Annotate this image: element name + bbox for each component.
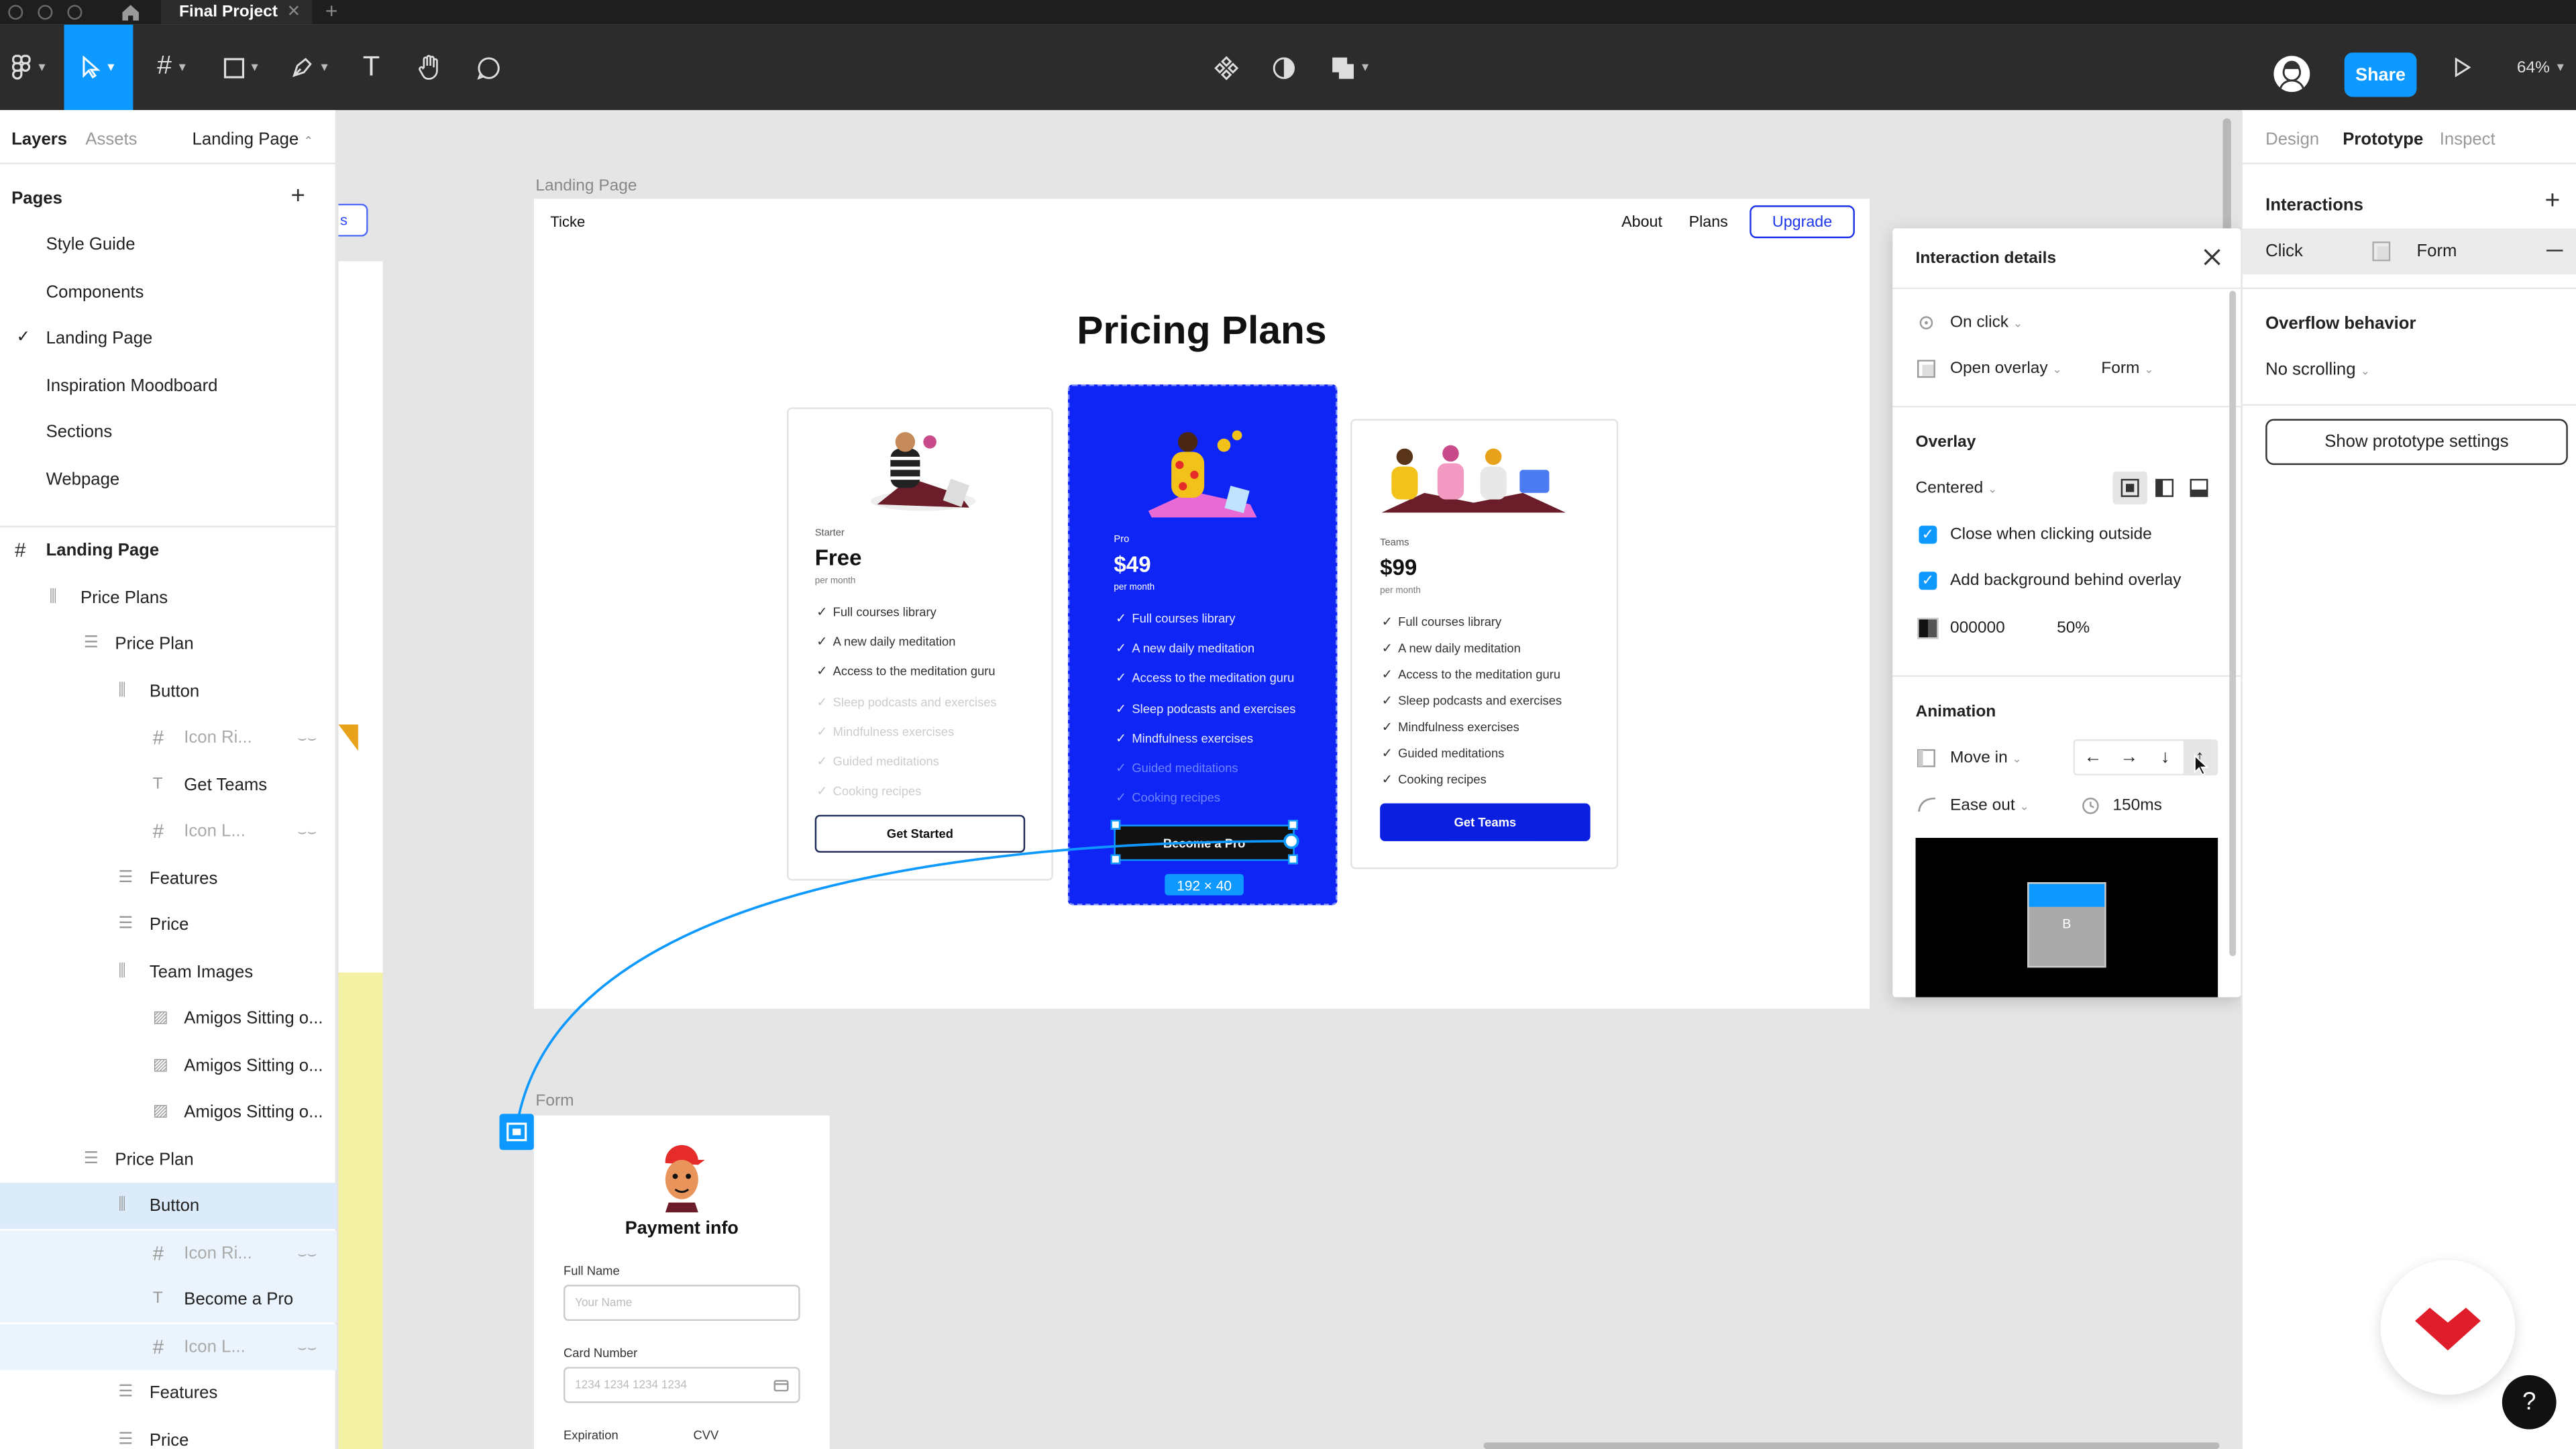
full-name-label: Full Name	[564, 1263, 620, 1279]
trigger-value: On click	[1949, 313, 2009, 332]
chevron-down-icon: ⌄	[1988, 484, 1998, 496]
divider	[2242, 162, 2576, 164]
chevron-down-icon: ⌄	[2019, 802, 2029, 814]
interaction-panel-title: Interaction details	[1915, 250, 2057, 268]
overflow-dropdown[interactable]: No scrolling ⌄	[2265, 360, 2370, 379]
interaction-details-panel: Interaction details On click ⌄ Open over…	[1892, 228, 2241, 998]
cvv-label: CVV	[693, 1428, 719, 1443]
overlay-action-icon	[1917, 360, 1935, 378]
tab-design[interactable]: Design	[2265, 129, 2319, 149]
avatar-illustration	[665, 1144, 705, 1213]
easing-value: Ease out	[1949, 796, 2015, 815]
duration-input[interactable]: 150ms	[2112, 797, 2162, 815]
connection-start-dot[interactable]	[1283, 833, 1299, 849]
background-color-hex[interactable]: 000000	[1950, 619, 2005, 637]
chevron-down-icon: ⌄	[2012, 319, 2023, 331]
position-bottom-option[interactable]	[2182, 472, 2216, 504]
centered-icon	[2121, 478, 2139, 497]
remove-interaction-icon[interactable]	[2546, 250, 2563, 252]
brand-bubble[interactable]	[2380, 1260, 2516, 1395]
check-icon: ✓	[1921, 525, 1935, 543]
add-background-checkbox[interactable]: ✓	[1919, 572, 1937, 590]
properties-panel: Design Prototype Inspect Interactions + …	[2241, 110, 2576, 1449]
overlay-position-dropdown[interactable]: Centered ⌄	[1916, 480, 1998, 498]
overflow-header: Overflow behavior	[2265, 313, 2416, 334]
connection-line[interactable]	[516, 840, 1291, 1123]
help-button[interactable]: ?	[2502, 1375, 2557, 1430]
overlay-target-icon	[506, 1122, 527, 1142]
overlay-position-picker[interactable]	[2112, 471, 2216, 504]
destination-dropdown[interactable]: Form ⌄	[2101, 360, 2153, 378]
destination-value: Form	[2101, 360, 2140, 378]
tab-prototype[interactable]: Prototype	[2343, 129, 2423, 149]
interactions-header: Interactions	[2265, 195, 2363, 215]
full-name-input[interactable]: Your Name	[564, 1285, 800, 1321]
chevron-down-icon: ⌄	[2012, 754, 2022, 766]
position-left-option[interactable]	[2147, 472, 2182, 504]
trigger-dropdown[interactable]: On click ⌄	[1950, 314, 2023, 332]
form-frame[interactable]: Payment info Full Name Your Name Card Nu…	[533, 1115, 830, 1449]
direction-right-arrow-icon[interactable]: →	[2111, 741, 2147, 773]
chevron-down-icon: ⌄	[2360, 366, 2371, 378]
mouse-cursor-icon	[2194, 754, 2209, 775]
direction-left-arrow-icon[interactable]: ←	[2075, 741, 2111, 773]
interaction-target: Form	[2416, 241, 2457, 262]
animation-preview: B	[1915, 837, 2218, 998]
close-icon[interactable]	[2203, 248, 2221, 266]
panel-scrollbar[interactable]	[2229, 290, 2237, 957]
card-number-label: Card Number	[564, 1345, 638, 1360]
direction-down-arrow-icon[interactable]: ↓	[2147, 741, 2184, 773]
interaction-row[interactable]: Click Form	[2242, 228, 2576, 274]
add-background-label: Add background behind overlay	[1949, 572, 2182, 590]
show-prototype-settings-button[interactable]: Show prototype settings	[2265, 419, 2568, 466]
card-number-placeholder: 1234 1234 1234 1234	[575, 1379, 687, 1391]
divider	[1892, 675, 2241, 677]
align-bottom-overlay-icon	[2190, 478, 2208, 497]
align-left-overlay-icon	[2155, 478, 2174, 497]
form-frame-label[interactable]: Form	[535, 1093, 574, 1111]
horizontal-scrollbar[interactable]	[1483, 1442, 2220, 1449]
trigger-icon	[1919, 316, 1933, 330]
background-opacity[interactable]: 50%	[2057, 619, 2090, 637]
overlay-position-value: Centered	[1915, 480, 1984, 498]
divider	[2242, 287, 2576, 290]
preview-frame-b: B	[2027, 882, 2106, 968]
easing-curve-icon	[1918, 797, 1935, 812]
add-interaction-icon[interactable]: +	[2545, 187, 2561, 217]
tab-inspect[interactable]: Inspect	[2440, 129, 2496, 149]
overlay-frame-icon	[2372, 241, 2391, 262]
close-outside-label: Close when clicking outside	[1949, 525, 2152, 544]
chevron-down-icon: ⌄	[2144, 364, 2154, 376]
app-root: Final Project ✕ + ▼ ▼ # ▼ ▼ ▼ T ▼ Share …	[0, 0, 2576, 1449]
animation-type-dropdown[interactable]: Move in ⌄	[1950, 749, 2022, 767]
brand-logo-icon	[2415, 1307, 2481, 1351]
credit-card-icon	[773, 1380, 789, 1392]
connection-target-marker[interactable]	[499, 1114, 534, 1150]
preview-label-b: B	[2062, 916, 2072, 932]
preview-overlay-a	[2029, 883, 2105, 907]
animation-type-icon	[1917, 749, 1935, 767]
overlay-header: Overlay	[1915, 433, 1976, 452]
form-title: Payment info	[625, 1219, 739, 1239]
position-centered-option[interactable]	[2112, 471, 2147, 504]
interaction-trigger: Click	[2265, 241, 2303, 262]
overflow-value: No scrolling	[2265, 360, 2356, 380]
close-outside-checkbox[interactable]: ✓	[1919, 525, 1937, 544]
animation-type-value: Move in	[1949, 749, 2008, 767]
divider	[1892, 287, 2241, 290]
check-icon: ✓	[1921, 572, 1935, 588]
chevron-down-icon: ⌄	[2052, 364, 2062, 376]
action-value: Open overlay	[1949, 360, 2048, 378]
divider	[1892, 405, 2241, 408]
action-dropdown[interactable]: Open overlay ⌄	[1950, 360, 2062, 378]
expiration-label: Expiration	[564, 1428, 619, 1443]
animation-header: Animation	[1915, 703, 1996, 722]
clock-icon	[2082, 797, 2099, 814]
easing-dropdown[interactable]: Ease out ⌄	[1950, 797, 2029, 815]
background-color-swatch[interactable]	[1917, 617, 1939, 639]
divider	[2242, 404, 2576, 406]
card-number-input[interactable]: 1234 1234 1234 1234	[564, 1366, 800, 1403]
